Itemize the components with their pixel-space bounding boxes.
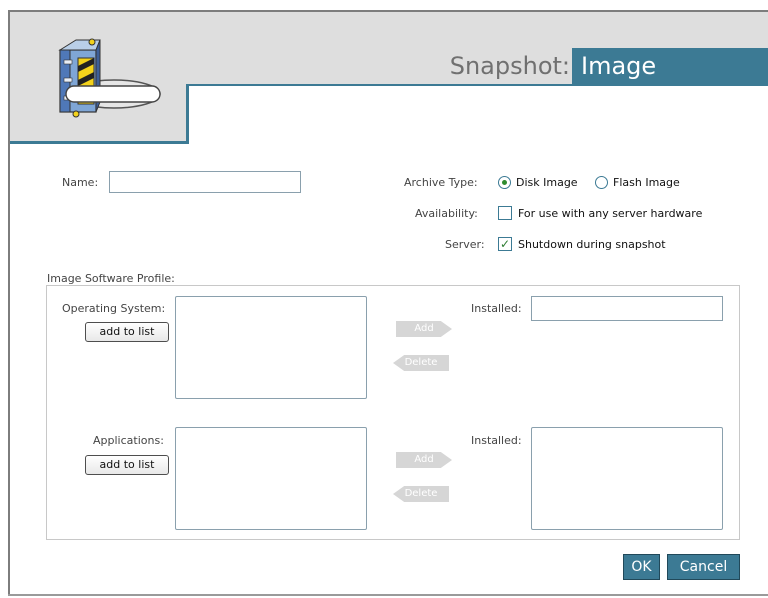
flash-image-label[interactable]: Flash Image (613, 176, 680, 189)
page-title: Image (572, 48, 768, 84)
shutdown-checkbox[interactable]: ✓ (498, 237, 512, 251)
disk-image-radio[interactable] (498, 176, 511, 189)
any-hardware-checkbox[interactable] (498, 206, 512, 220)
ok-button[interactable]: OK (623, 554, 660, 580)
os-delete-button[interactable]: Delete (393, 355, 449, 371)
os-add-button[interactable]: Add (396, 321, 452, 337)
apps-delete-button[interactable]: Delete (393, 486, 449, 502)
header-divider-top (188, 84, 768, 86)
applications-label: Applications: (93, 434, 164, 447)
software-profile-legend: Image Software Profile: (47, 272, 175, 285)
name-input[interactable] (109, 171, 301, 193)
os-installed-label: Installed: (471, 302, 522, 315)
server-snapshot-icon (48, 38, 168, 124)
applications-list[interactable] (175, 427, 367, 530)
cancel-button[interactable]: Cancel (667, 554, 740, 580)
apps-installed-list[interactable] (531, 427, 723, 530)
availability-label: Availability: (415, 207, 478, 220)
window-bottom-border (8, 594, 768, 596)
os-add-to-list-button[interactable]: add to list (85, 322, 169, 342)
header-divider-vertical (186, 84, 189, 144)
header-content-cutout (187, 84, 768, 144)
apps-add-button[interactable]: Add (396, 452, 452, 468)
name-label: Name: (62, 176, 99, 189)
operating-system-list[interactable] (175, 296, 367, 399)
flash-image-radio[interactable] (595, 176, 608, 189)
apps-installed-label: Installed: (471, 434, 522, 447)
archive-type-label: Archive Type: (404, 176, 478, 189)
apps-add-to-list-button[interactable]: add to list (85, 455, 169, 475)
operating-system-label: Operating System: (62, 302, 166, 315)
disk-image-label[interactable]: Disk Image (516, 176, 578, 189)
page-title-prefix: Snapshot: (449, 52, 570, 80)
os-installed-field[interactable] (531, 296, 723, 321)
window-left-border (8, 12, 10, 596)
checkmark-icon: ✓ (499, 237, 511, 251)
shutdown-label[interactable]: Shutdown during snapshot (518, 238, 666, 251)
any-hardware-label[interactable]: For use with any server hardware (518, 207, 702, 220)
server-label: Server: (445, 238, 485, 251)
header-divider-bottom (10, 141, 188, 144)
